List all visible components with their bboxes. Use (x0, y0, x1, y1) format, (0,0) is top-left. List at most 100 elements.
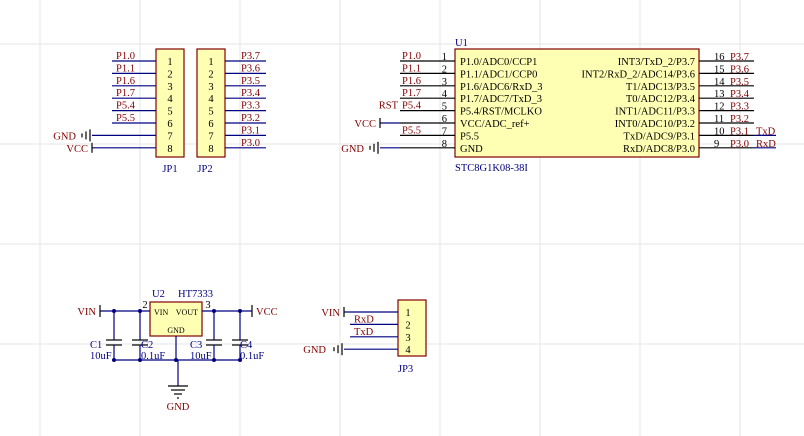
ground-symbol: GND (167, 385, 190, 413)
connector-jp2[interactable]: JP2 1 P3.7 2 P3.6 3 P3.5 4 P3.4 5 P3.3 6 P3.2 7 P3.1 8… (196, 48, 266, 175)
jp3-net-label: VIN (321, 308, 340, 319)
jp3-net-label: TxD (354, 327, 374, 338)
u1-pin-number: 6 (442, 114, 447, 125)
jp1-pin-number: 6 (167, 119, 172, 130)
jp2-net-label: P3.2 (241, 113, 260, 124)
c4-ref: C4 (240, 340, 253, 351)
u1-ref: U1 (455, 38, 468, 49)
u1-net-label: P1.7 (402, 88, 421, 99)
jp1-pin-7: 7 GND (53, 129, 173, 142)
gnd-net-label: GND (167, 402, 190, 413)
u1-pin-number: 10 (714, 126, 725, 137)
jp2-pin-number: 2 (208, 69, 213, 80)
u2-gnd-pin: GND (167, 326, 185, 335)
jp1-net-label: P5.4 (116, 101, 136, 112)
jp3-net-label: GND (303, 345, 326, 356)
u1-pin-number: 15 (714, 64, 725, 75)
schematic-sheet: JP1 1 P1.0 2 P1.1 3 P1.6 4 P1.7 5 P5.4 6 P5.5 7 GND 8 V… (0, 0, 804, 436)
u1-net-label: P3.3 (730, 102, 749, 113)
jp2-net-label: P3.4 (241, 88, 261, 99)
u1-net-label: P3.7 (730, 52, 749, 63)
u1-pin-number: 1 (442, 52, 447, 63)
c3-value: 10uF (190, 351, 212, 362)
connector-jp1[interactable]: JP1 1 P1.0 2 P1.1 3 P1.6 4 P1.7 5 P5.4 6 P5.5 7 GND 8 V… (53, 48, 185, 175)
c2-value: 0.1uF (141, 351, 165, 362)
u1-net-label: P5.4 (402, 101, 422, 112)
jp2-pin-number: 7 (208, 131, 213, 142)
u1-pin-number: 16 (714, 52, 725, 63)
jp1-pin-number: 7 (167, 131, 172, 142)
u1-net-label: P3.4 (730, 89, 750, 100)
u1-extra-net-label: RST (379, 101, 399, 112)
jp1-net-label: P1.6 (116, 76, 135, 87)
vcc-net-label: VCC (256, 307, 278, 318)
u1-pin-name: INT3/TxD_2/P3.7 (618, 57, 695, 68)
jp1-ref: JP1 (162, 164, 177, 175)
jp1-pin-number: 1 (167, 57, 172, 68)
u1-pin-name: INT1/ADC11/P3.3 (615, 107, 695, 118)
u2-vin-pin: VIN (154, 308, 168, 317)
u1-pin-number: 12 (714, 102, 725, 113)
c1-ref: C1 (90, 340, 102, 351)
u1-net-label: P3.0 (730, 139, 749, 150)
c2-ref: C2 (141, 340, 153, 351)
u1-pin-name: RxD/ADC8/P3.0 (623, 144, 695, 155)
jp2-pin-number: 8 (208, 144, 213, 155)
jp1-net-label: P1.7 (116, 88, 135, 99)
jp3-pin-number: 2 (405, 320, 410, 331)
jp2-pin-number: 4 (208, 94, 214, 105)
jp3-body (397, 299, 427, 357)
jp2-net-label: P3.5 (241, 76, 260, 87)
jp2-net-label: P3.1 (241, 125, 260, 136)
u1-net-label: P1.0 (402, 51, 421, 62)
jp3-net-label: RxD (354, 314, 374, 325)
u1-pin-number: 3 (442, 77, 447, 88)
vin-power-port: VIN (77, 305, 101, 318)
u1-pin-name: P5.5 (460, 131, 479, 142)
u2-ref: U2 (152, 289, 165, 300)
u1-net-label: VCC (354, 119, 376, 130)
u1-net-label: GND (341, 144, 364, 155)
jp3-gnd-symbol (333, 343, 343, 356)
regulator-u2[interactable]: U2 HT7333 VIN VOUT GND 2 3 C1 10uF C2 0.… (77, 289, 277, 413)
u1-net-label: P1.6 (402, 76, 421, 87)
ic-u1[interactable]: U1 STC8G1K08-38I 1 P1.0/ADC0/CCP1 P1.0 2 P1.… (341, 38, 776, 174)
gnd-junction-dot (174, 358, 178, 362)
jp2-pin-number: 1 (208, 57, 213, 68)
u2-vout-pin: VOUT (176, 308, 198, 317)
jp1-pin-number: 8 (167, 144, 172, 155)
jp2-net-label: P3.3 (241, 101, 260, 112)
jp1-pin-number: 4 (167, 94, 173, 105)
u1-pin-name: INT2/RxD_2/ADC14/P3.6 (582, 69, 695, 80)
jp2-pin-number: 6 (208, 119, 213, 130)
u2-pin-2-num: 2 (142, 300, 147, 311)
connector-jp3[interactable]: JP3 1 VIN 2 RxD 3 TxD 4 GND (303, 299, 427, 375)
u1-pin-number: 4 (442, 89, 448, 100)
jp2-pin-number: 3 (208, 82, 213, 93)
jp1-net-label: VCC (66, 144, 88, 155)
vcc-power-port: VCC (251, 305, 278, 318)
jp1-net-label: GND (53, 131, 76, 142)
jp3-pin-number: 1 (405, 308, 410, 319)
jp3-pin-number: 4 (405, 345, 411, 356)
u2-part: HT7333 (178, 289, 213, 300)
jp1-pin-number: 3 (167, 82, 172, 93)
u1-pin-name: INT0/ADC10/P3.2 (615, 119, 695, 130)
u1-pin-name: P1.7/ADC7/TxD_3 (460, 94, 542, 105)
jp2-net-label: P3.7 (241, 51, 260, 62)
u1-extra-net-label: TxD (756, 126, 776, 137)
jp1-net-label: P1.0 (116, 51, 135, 62)
u1-pin-number: 14 (714, 77, 725, 88)
jp3-pin-4: 4 GND (303, 343, 411, 356)
jp3-pin-number: 3 (405, 333, 410, 344)
jp1-net-label: P1.1 (116, 63, 135, 74)
u1-net-label: P1.1 (402, 63, 421, 74)
u1-pin-number: 11 (714, 114, 724, 125)
u1-pin-name: P1.0/ADC0/CCP1 (460, 57, 537, 68)
u1-pin-number: 5 (442, 102, 447, 113)
c3-ref: C3 (190, 340, 202, 351)
jp2-net-label: P3.0 (241, 138, 260, 149)
u1-net-label: P3.1 (730, 126, 749, 137)
jp1-gnd-symbol (81, 129, 91, 142)
u1-extra-net-label: RxD (756, 139, 776, 150)
